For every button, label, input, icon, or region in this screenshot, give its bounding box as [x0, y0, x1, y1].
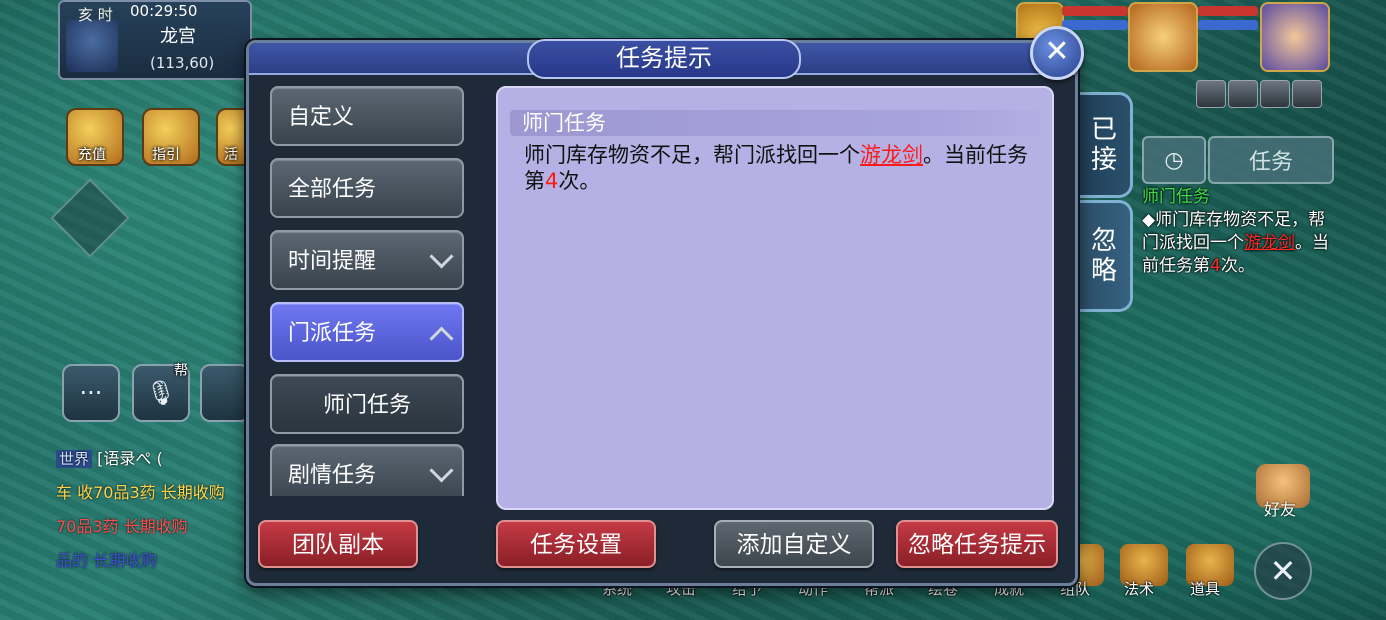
- task-text-part: 师门库存物资不足，帮门派找回一个: [524, 143, 860, 167]
- chevron-up-icon: [429, 326, 454, 351]
- task-tracker[interactable]: 师门任务 ◆师门库存物资不足，帮门派找回一个游龙剑。当前任务第4次。: [1142, 186, 1332, 278]
- chat-line: 70品3药 长期收购: [56, 517, 188, 536]
- pet-hp-bar: [1062, 6, 1128, 16]
- guide-label: 指引: [152, 147, 180, 163]
- timer-icon[interactable]: ◷: [1142, 136, 1206, 184]
- category-label: 自定义: [288, 105, 355, 130]
- buff-slot-icon[interactable]: [1292, 80, 1322, 108]
- chat-bubble-icon[interactable]: ···: [62, 364, 120, 422]
- task-detail-panel: 师门任务 师门库存物资不足，帮门派找回一个游龙剑。当前任务第4次。: [496, 86, 1054, 510]
- tab-accepted[interactable]: 已接: [1074, 92, 1133, 198]
- chat-line: 世界 [语录ぺ (: [56, 442, 256, 476]
- task-settings-button[interactable]: 任务设置: [496, 520, 656, 568]
- chat-line: 品的 长期收购: [56, 551, 158, 570]
- close-icon[interactable]: ✕: [1030, 26, 1084, 80]
- tracker-text-part: 次。: [1220, 256, 1255, 276]
- chat-line: 车 收70品3药 长期收购: [56, 483, 225, 502]
- tracker-count: 4: [1210, 256, 1221, 276]
- minimap-avatar: [66, 20, 118, 72]
- team-dungeon-button[interactable]: 团队副本: [258, 520, 418, 568]
- category-label: 门派任务: [288, 321, 377, 346]
- task-text-part: 次。: [558, 169, 601, 193]
- category-label: 全部任务: [288, 177, 377, 202]
- pet-icon[interactable]: [200, 364, 250, 422]
- category-label: 师门任务: [322, 393, 411, 418]
- friends-label: 好友: [1264, 500, 1297, 519]
- world-channel-tag: 世界: [56, 450, 93, 468]
- add-custom-button[interactable]: 添加自定义: [714, 520, 874, 568]
- task-category-list[interactable]: 自定义 全部任务 时间提醒 门派任务 师门任务 剧情任务: [270, 86, 468, 496]
- task-item-link[interactable]: 游龙剑: [860, 143, 923, 167]
- close-menu-icon[interactable]: ✕: [1254, 542, 1312, 600]
- menu-inventory[interactable]: 道具: [1190, 578, 1220, 599]
- location-name: 龙宫: [160, 26, 196, 47]
- tab-ignored[interactable]: 忽略: [1074, 200, 1133, 312]
- category-all-tasks[interactable]: 全部任务: [270, 158, 464, 218]
- dialog-title: 任务提示: [527, 39, 801, 79]
- task-detail-title: 师门任务: [510, 110, 1040, 136]
- location-panel[interactable]: 亥 时 00:29:50 龙宫 (113,60): [58, 0, 252, 80]
- ignore-task-prompt-button[interactable]: 忽略任务提示: [896, 520, 1058, 568]
- task-detail-text: 师门库存物资不足，帮门派找回一个游龙剑。当前任务第4次。: [524, 142, 1034, 194]
- chat-log[interactable]: 世界 [语录ぺ ( 车 收70品3药 长期收购 70品3药 长期收购 品的 长期…: [56, 442, 256, 578]
- player-portrait[interactable]: [1260, 2, 1330, 72]
- tracker-text: ◆师门库存物资不足，帮门派找回一个游龙剑。当前任务第4次。: [1142, 209, 1332, 278]
- chevron-down-icon: [429, 244, 454, 269]
- pet-mp-bar: [1062, 20, 1128, 30]
- ally-portrait[interactable]: [1128, 2, 1198, 72]
- ally-mp-bar: [1198, 20, 1258, 30]
- category-label: 剧情任务: [288, 463, 377, 488]
- ally-hp-bar: [1198, 6, 1258, 16]
- category-story-tasks[interactable]: 剧情任务: [270, 444, 464, 496]
- activity-label: 活: [224, 147, 238, 163]
- category-master-task[interactable]: 师门任务: [270, 374, 464, 434]
- dialog-titlebar: 任务提示: [249, 39, 1075, 79]
- expand-icon[interactable]: [50, 178, 130, 258]
- location-coords: (113,60): [150, 54, 215, 72]
- category-label: 时间提醒: [288, 249, 377, 274]
- category-sect-tasks[interactable]: 门派任务: [270, 302, 464, 362]
- time-period-label: 亥 时: [78, 6, 113, 24]
- buff-slot-icon[interactable]: [1228, 80, 1258, 108]
- guild-voice-tag: 帮: [174, 363, 188, 379]
- buff-slot-icon[interactable]: [1196, 80, 1226, 108]
- category-custom[interactable]: 自定义: [270, 86, 464, 146]
- category-time-reminder[interactable]: 时间提醒: [270, 230, 464, 290]
- tracker-item-link[interactable]: 游龙剑: [1244, 233, 1295, 253]
- menu-spell[interactable]: 法术: [1124, 578, 1154, 599]
- recharge-label: 充值: [78, 147, 106, 163]
- task-tracker-button[interactable]: 任务: [1208, 136, 1334, 184]
- chat-line-text: [语录ぺ (: [97, 449, 163, 468]
- clock-text: 00:29:50: [130, 2, 198, 20]
- task-count: 4: [545, 169, 559, 193]
- chevron-down-icon: [429, 458, 454, 483]
- buff-slot-icon[interactable]: [1260, 80, 1290, 108]
- tracker-title: 师门任务: [1142, 187, 1210, 207]
